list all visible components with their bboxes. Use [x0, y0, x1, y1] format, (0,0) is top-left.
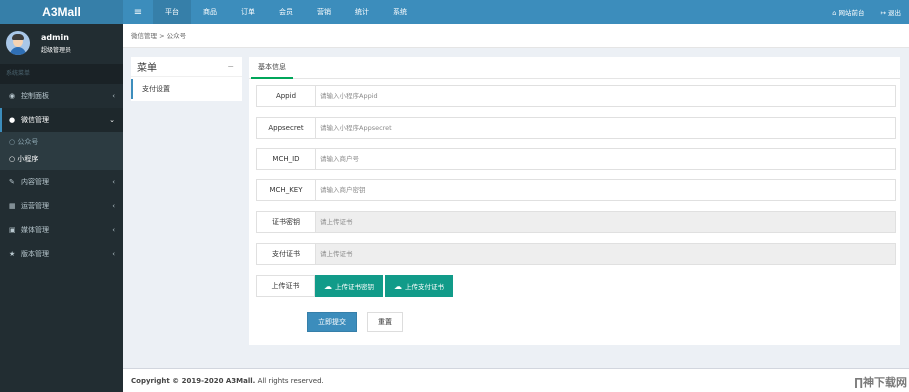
cloud-upload-icon: ☁	[394, 281, 402, 291]
sidebar-item-label: 控制面板	[21, 92, 49, 100]
hamburger-menu-icon[interactable]: ≡	[123, 7, 153, 18]
form-row-appsecret: Appsecret	[256, 117, 896, 139]
chevron-left-icon: ‹	[112, 178, 115, 186]
sidebar-item-label: 微信管理	[21, 116, 49, 124]
menu-panel: 菜单 − 支付设置	[131, 57, 242, 101]
wechat-icon: ●	[9, 116, 16, 124]
sidebar-item-label: 内容管理	[21, 178, 49, 186]
cert-key-input[interactable]	[315, 211, 896, 233]
sign-out-icon: ↦	[880, 9, 886, 17]
upload-cert-label: 上传证书	[256, 275, 315, 297]
sidebar-item-media[interactable]: ▣ 媒体管理 ‹	[0, 218, 123, 242]
main-panel: 基本信息 Appid Appsecret MCH_ID MCH_KEY 证书密钥…	[249, 57, 900, 345]
footer-rights: All rights reserved.	[255, 377, 324, 385]
home-icon: ⌂	[832, 9, 837, 17]
sidebar-subitem-mini-program[interactable]: ○ 小程序	[0, 151, 123, 168]
circle-icon: ○	[9, 155, 16, 163]
form-row-appid: Appid	[256, 85, 896, 107]
cloud-upload-icon: ☁	[324, 281, 332, 291]
sidebar-item-content[interactable]: ✎ 内容管理 ‹	[0, 170, 123, 194]
front-site-link[interactable]: ⌂ 网站前台	[824, 7, 872, 17]
sidebar-subitem-official-account[interactable]: ○ 公众号	[0, 134, 123, 151]
sidebar-subitem-label: 小程序	[17, 155, 39, 163]
footer: Copyright © 2019-2020 A3Mall. All rights…	[123, 368, 909, 392]
menu-item-payment-settings[interactable]: 支付设置	[131, 79, 242, 99]
sidebar-item-version[interactable]: ★ 版本管理 ‹	[0, 242, 123, 266]
mch-id-label: MCH_ID	[256, 148, 315, 170]
mch-key-label: MCH_KEY	[256, 179, 315, 201]
submit-button[interactable]: 立即提交	[307, 312, 357, 332]
sidebar-header: 系统菜单	[0, 64, 123, 84]
tab-statistics[interactable]: 统计	[343, 0, 381, 24]
form-row-mch-key: MCH_KEY	[256, 179, 896, 201]
tab-bar: 基本信息	[249, 57, 900, 79]
chevron-down-icon: ⌄	[109, 116, 115, 124]
menu-panel-title: 菜单	[137, 63, 157, 74]
tab-platform[interactable]: 平台	[153, 0, 191, 24]
front-site-label: 网站前台	[838, 9, 865, 17]
cert-key-label: 证书密钥	[256, 211, 315, 233]
tab-basic-info[interactable]: 基本信息	[251, 57, 293, 79]
tab-marketing[interactable]: 营销	[305, 0, 343, 24]
upload-cert-key-label: 上传证书密钥	[335, 283, 374, 291]
tab-orders[interactable]: 订单	[229, 0, 267, 24]
sidebar-item-label: 媒体管理	[21, 226, 49, 234]
operations-icon: ▦	[9, 202, 16, 210]
chevron-left-icon: ‹	[112, 226, 115, 234]
tab-system[interactable]: 系统	[381, 0, 419, 24]
appid-label: Appid	[256, 85, 315, 107]
watermark: ∏神下载网	[854, 376, 907, 389]
form-row-upload: 上传证书 ☁ 上传证书密钥 ☁ 上传支付证书	[256, 275, 896, 297]
form-row-cert-key: 证书密钥	[256, 211, 896, 233]
appid-input[interactable]	[315, 85, 896, 107]
chevron-left-icon: ‹	[112, 92, 115, 100]
sidebar-item-wechat[interactable]: ● 微信管理 ⌄	[0, 108, 123, 132]
sidebar-item-label: 运营管理	[21, 202, 49, 210]
avatar	[6, 31, 30, 55]
user-name: admin	[41, 32, 69, 42]
circle-icon: ○	[9, 138, 16, 146]
sidebar-item-label: 版本管理	[21, 250, 49, 258]
dashboard-icon: ◉	[9, 92, 16, 100]
appsecret-label: Appsecret	[256, 117, 315, 139]
upload-payment-cert-button[interactable]: ☁ 上传支付证书	[385, 275, 453, 297]
star-icon: ★	[9, 250, 16, 258]
user-panel: admin 超级管理员	[0, 24, 123, 62]
tab-members[interactable]: 会员	[267, 0, 305, 24]
sidebar-item-dashboard[interactable]: ◉ 控制面板 ‹	[0, 84, 123, 108]
sidebar-subitem-label: 公众号	[17, 138, 39, 146]
sidebar-item-operations[interactable]: ▦ 运营管理 ‹	[0, 194, 123, 218]
form-row-mch-id: MCH_ID	[256, 148, 896, 170]
breadcrumb: 微信管理 > 公众号	[123, 24, 909, 48]
upload-payment-cert-label: 上传支付证书	[405, 283, 444, 291]
app-logo[interactable]: A3Mall	[0, 0, 123, 24]
payment-cert-input[interactable]	[315, 243, 896, 265]
edit-icon: ✎	[9, 178, 15, 186]
sidebar: A3Mall admin 超级管理员 系统菜单 ◉ 控制面板 ‹ ● 微信管理 …	[0, 0, 123, 392]
chevron-left-icon: ‹	[112, 202, 115, 210]
collapse-icon[interactable]: −	[227, 62, 234, 71]
reset-button[interactable]: 重置	[367, 312, 403, 332]
upload-cert-key-button[interactable]: ☁ 上传证书密钥	[315, 275, 383, 297]
sidebar-submenu: ○ 公众号 ○ 小程序	[0, 132, 123, 170]
mch-id-input[interactable]	[315, 148, 896, 170]
chevron-left-icon: ‹	[112, 250, 115, 258]
user-role: 超级管理员	[41, 46, 72, 54]
tab-products[interactable]: 商品	[191, 0, 229, 24]
form-row-payment-cert: 支付证书	[256, 243, 896, 265]
logout-label: 退出	[888, 9, 901, 17]
footer-copyright: Copyright © 2019-2020 A3Mall.	[131, 377, 256, 385]
image-icon: ▣	[9, 226, 16, 234]
top-navbar: ≡ 平台 商品 订单 会员 营销 统计 系统 ⌂ 网站前台 ↦ 退出	[123, 0, 909, 24]
logout-link[interactable]: ↦ 退出	[872, 7, 909, 17]
appsecret-input[interactable]	[315, 117, 896, 139]
mch-key-input[interactable]	[315, 179, 896, 201]
payment-cert-label: 支付证书	[256, 243, 315, 265]
